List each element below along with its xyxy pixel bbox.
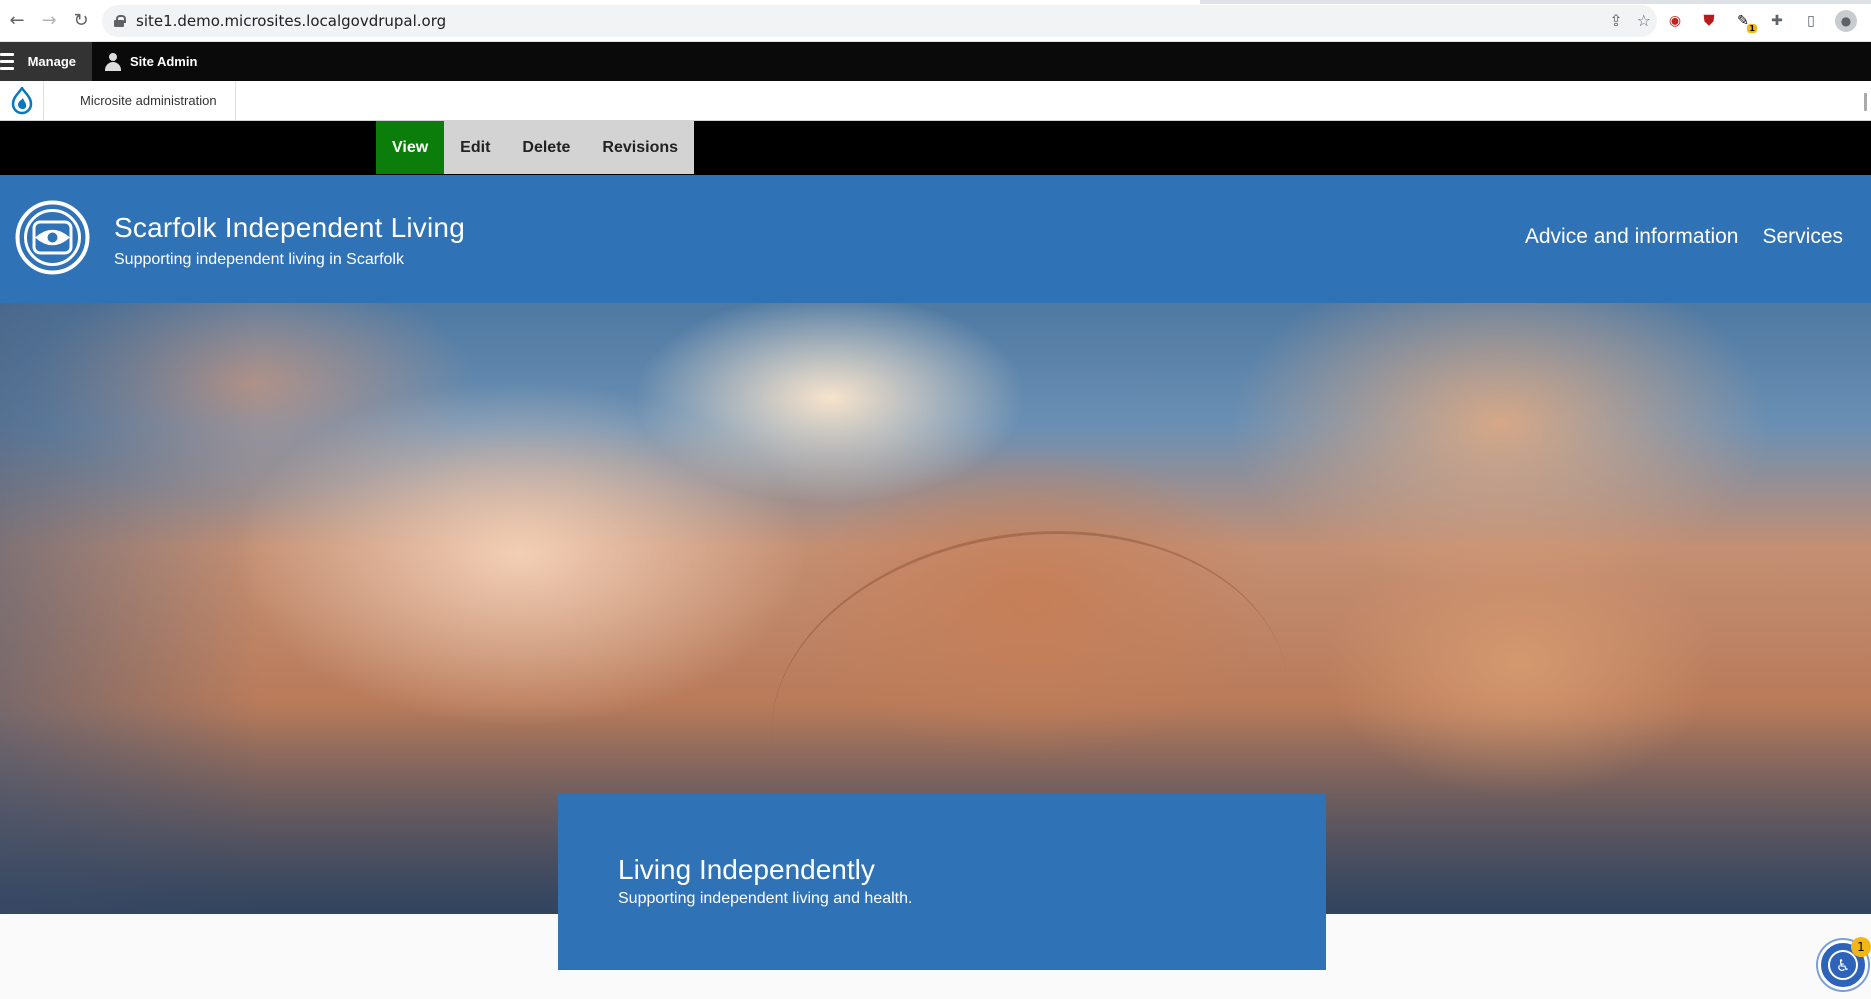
ublock-shield-icon[interactable]: ⛊ (1699, 11, 1719, 31)
site-slogan: Supporting independent living in Scarfol… (114, 251, 404, 268)
admin-toolbar: Manage Site Admin (0, 42, 1871, 81)
hero-summary: Supporting independent living and health… (618, 890, 913, 907)
extensions-area: ◉ ⛊ ✎ 1 ✚ ▯ ● (1665, 9, 1857, 33)
back-icon[interactable]: ← (2, 6, 32, 36)
admin-subbar: Microsite administration (0, 81, 1871, 121)
tab-edit[interactable]: Edit (444, 121, 506, 174)
site-title[interactable]: Scarfolk Independent Living (114, 212, 465, 244)
accessibility-widget-button[interactable]: ♿ 1 (1818, 937, 1871, 990)
browser-chrome: ← → ↻ site1.demo.microsites.localgovdrup… (0, 0, 1871, 42)
side-panel-icon[interactable]: ▯ (1801, 11, 1821, 31)
extension-icon[interactable]: ◉ (1665, 11, 1685, 31)
hamburger-icon (0, 53, 14, 70)
extension-badge-icon[interactable]: ✎ 1 (1733, 11, 1757, 33)
puzzle-icon[interactable]: ✚ (1767, 11, 1787, 31)
tab-view[interactable]: View (376, 121, 445, 174)
profile-avatar-icon[interactable]: ● (1835, 9, 1857, 32)
hero-title: Living Independently (618, 854, 875, 885)
tab-revisions[interactable]: Revisions (586, 121, 694, 174)
user-label: Site Admin (130, 54, 198, 69)
nav-advice-and-information[interactable]: Advice and information (1525, 225, 1739, 249)
local-tasks-tabs: View Edit Delete Revisions (376, 121, 695, 174)
manage-label: Manage (27, 54, 76, 69)
site-header: Scarfolk Independent Living Supporting i… (0, 175, 1871, 303)
share-icon[interactable]: ⇪ (1609, 11, 1622, 30)
manage-button[interactable]: Manage (0, 42, 92, 81)
local-tasks-bar: View Edit Delete Revisions (0, 121, 1871, 175)
microsite-administration-link[interactable]: Microsite administration (44, 81, 236, 120)
reload-icon[interactable]: ↻ (66, 6, 96, 36)
lock-icon (114, 14, 126, 27)
user-icon (104, 52, 122, 71)
extension-badge: 1 (1747, 23, 1757, 33)
microsite-administration-label: Microsite administration (80, 93, 217, 108)
forward-icon[interactable]: → (34, 6, 64, 36)
drupal-logo-icon[interactable] (0, 81, 44, 120)
site-logo-icon[interactable] (15, 200, 90, 275)
hero-card: Living Independently Supporting independ… (558, 794, 1326, 970)
address-bar[interactable]: site1.demo.microsites.localgovdrupal.org… (102, 4, 1657, 37)
main-navigation: Advice and information Services (1525, 225, 1843, 249)
url-text[interactable]: site1.demo.microsites.localgovdrupal.org (136, 12, 446, 30)
toolbar-orientation-handle[interactable] (1864, 93, 1867, 111)
bookmark-star-icon[interactable]: ☆ (1637, 11, 1651, 30)
accessibility-badge: 1 (1851, 937, 1871, 957)
tab-delete[interactable]: Delete (506, 121, 586, 174)
user-menu-button[interactable]: Site Admin (92, 42, 213, 81)
nav-services[interactable]: Services (1762, 225, 1843, 249)
